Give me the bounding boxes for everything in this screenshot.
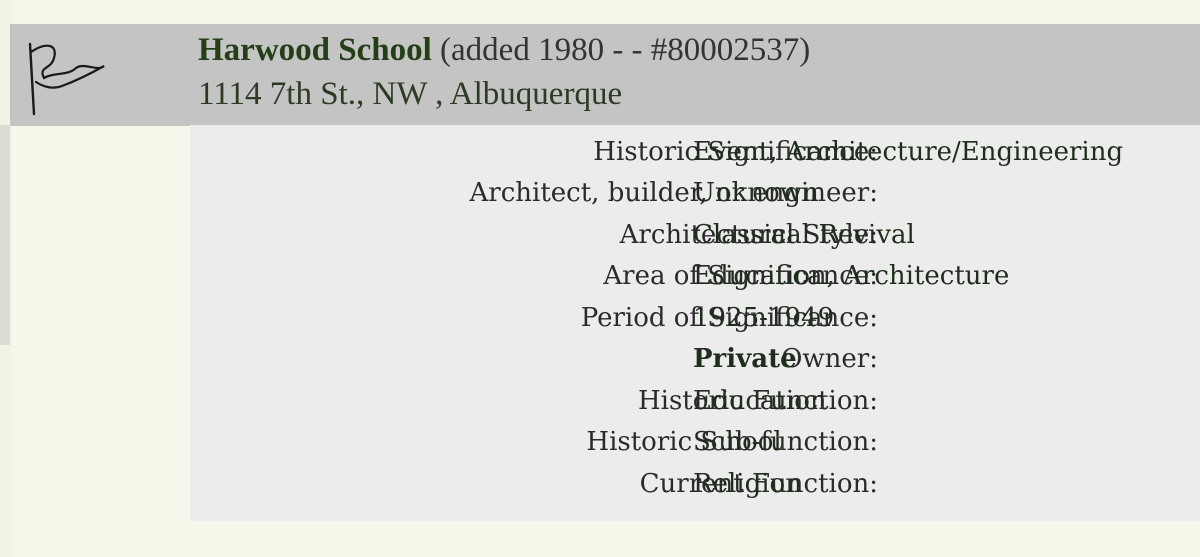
details-panel: Historic Significance: Event, Architectu…: [190, 125, 1200, 521]
left-scroll-strip: [0, 125, 10, 345]
detail-value: Event, Architecture/Engineering: [693, 137, 1124, 167]
detail-row-historic-significance: Historic Significance: Event, Architectu…: [190, 125, 1200, 167]
detail-row-historic-function: Historic Function: Education: [190, 374, 1200, 416]
entry-title: Harwood School (added 1980 - - #80002537…: [198, 32, 810, 69]
entry-added-info: (added 1980 - - #80002537): [440, 32, 811, 68]
detail-value: 1925-1949: [693, 303, 835, 333]
flag-icon: [24, 36, 110, 124]
detail-row-owner: Owner: Private: [190, 332, 1200, 374]
entry-name: Harwood School: [198, 32, 432, 68]
detail-row-architect: Architect, builder, or engineer: Unknown: [190, 166, 1200, 208]
detail-value: Classical Revival: [693, 220, 915, 250]
entry-header: Harwood School (added 1980 - - #80002537…: [10, 24, 1200, 126]
detail-value: Education, Architecture: [693, 261, 1010, 291]
detail-row-historic-sub-function: Historic Sub-function: School: [190, 415, 1200, 457]
detail-value: Religion: [693, 469, 802, 499]
detail-row-architectural-style: Architectural Style: Classical Revival: [190, 208, 1200, 250]
detail-row-area-of-significance: Area of Significance: Education, Archite…: [190, 249, 1200, 291]
entry-address: 1114 7th St., NW , Albuquerque: [198, 76, 623, 112]
detail-value: Private: [693, 344, 797, 374]
detail-value: Education: [693, 386, 827, 416]
detail-row-period-of-significance: Period of Significance: 1925-1949: [190, 291, 1200, 333]
detail-row-current-function: Current Function: Religion: [190, 457, 1200, 499]
detail-value: School: [693, 427, 782, 457]
detail-value: Unknown: [693, 178, 819, 208]
